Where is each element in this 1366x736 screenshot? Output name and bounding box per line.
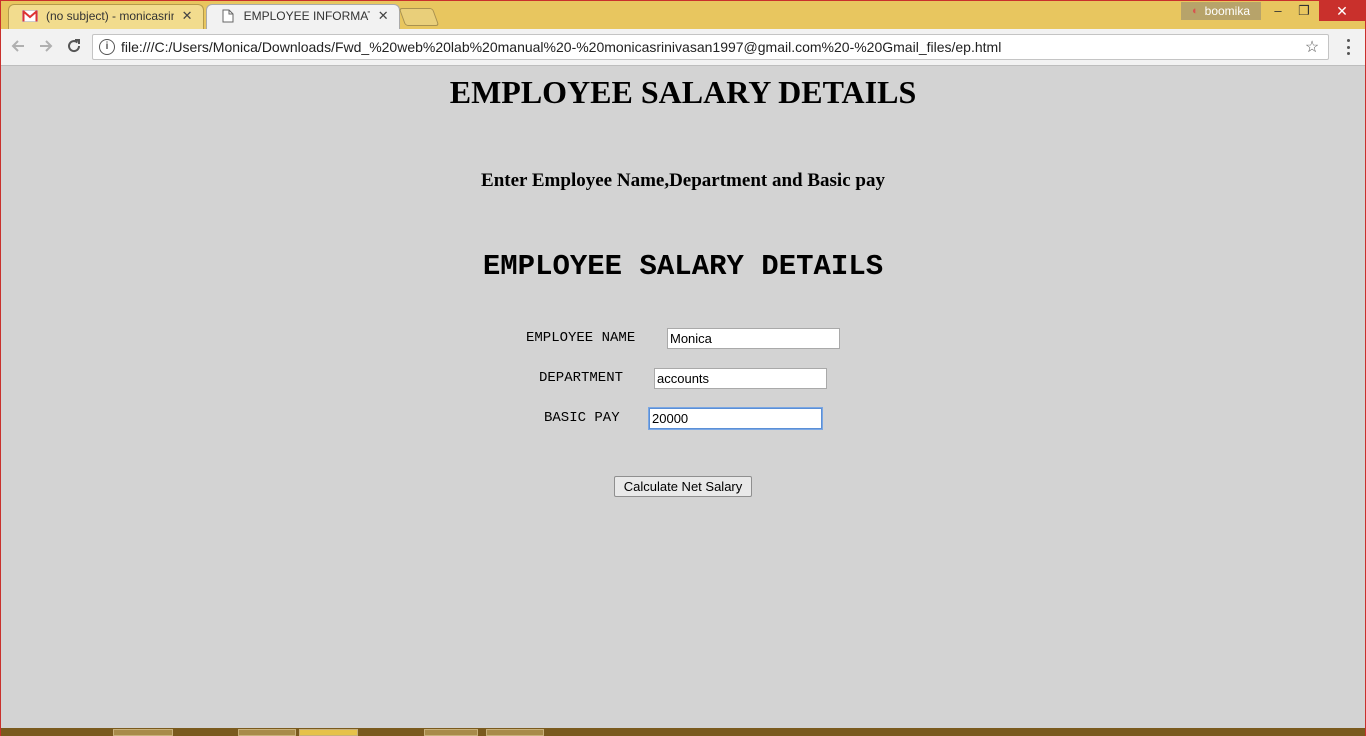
tab-close-icon[interactable]: ✕ bbox=[376, 4, 390, 28]
forward-icon[interactable] bbox=[36, 37, 56, 57]
employee-name-input[interactable] bbox=[667, 328, 840, 349]
taskbar-item[interactable] bbox=[113, 729, 173, 736]
department-input[interactable] bbox=[654, 368, 827, 389]
restore-button[interactable]: ❐ bbox=[1291, 1, 1317, 21]
profile-icon: ◐ bbox=[1191, 5, 1199, 17]
tab-strip: (no subject) - monicasrin ✕ EMPLOYEE INF… bbox=[0, 0, 1366, 30]
calculate-net-salary-button[interactable]: Calculate Net Salary bbox=[614, 476, 752, 497]
menu-icon[interactable] bbox=[1340, 37, 1356, 57]
page-title: EMPLOYEE SALARY DETAILS bbox=[449, 74, 917, 110]
page-icon bbox=[220, 8, 236, 24]
address-bar[interactable]: i file:///C:/Users/Monica/Downloads/Fwd_… bbox=[92, 34, 1329, 60]
taskbar-item[interactable] bbox=[299, 729, 358, 736]
back-icon[interactable] bbox=[8, 37, 28, 57]
minimize-button[interactable]: – bbox=[1265, 1, 1291, 21]
department-label: DEPARTMENT bbox=[539, 370, 624, 386]
close-window-button[interactable]: ✕ bbox=[1319, 1, 1365, 21]
taskbar bbox=[0, 728, 1366, 736]
instruction-text: Enter Employee Name,Department and Basic… bbox=[481, 170, 885, 191]
basic-pay-input[interactable] bbox=[649, 408, 822, 429]
page-content: EMPLOYEE SALARY DETAILS Enter Employee N… bbox=[1, 66, 1365, 728]
reload-icon[interactable] bbox=[64, 37, 84, 57]
tab-title: (no subject) - monicasrin bbox=[46, 9, 175, 23]
tab-close-icon[interactable]: ✕ bbox=[180, 4, 194, 28]
gmail-icon bbox=[22, 8, 38, 24]
bookmark-star-icon[interactable]: ☆ bbox=[1302, 37, 1322, 57]
tab-title: EMPLOYEE INFORMATIC bbox=[243, 9, 371, 23]
browser-toolbar: i file:///C:/Users/Monica/Downloads/Fwd_… bbox=[0, 29, 1366, 66]
new-tab-button[interactable] bbox=[398, 8, 440, 26]
url-text: file:///C:/Users/Monica/Downloads/Fwd_%2… bbox=[121, 39, 1002, 55]
tab-employee-information[interactable]: EMPLOYEE INFORMATIC ✕ bbox=[206, 4, 400, 30]
profile-name: boomika bbox=[1204, 4, 1250, 18]
tab-gmail[interactable]: (no subject) - monicasrin ✕ bbox=[8, 4, 204, 30]
taskbar-item[interactable] bbox=[238, 729, 296, 736]
info-icon[interactable]: i bbox=[99, 39, 115, 55]
taskbar-item[interactable] bbox=[486, 729, 544, 736]
basic-pay-label: BASIC PAY bbox=[544, 410, 620, 426]
taskbar-item[interactable] bbox=[424, 729, 478, 736]
employee-name-label: EMPLOYEE NAME bbox=[526, 330, 636, 346]
form-heading: EMPLOYEE SALARY DETAILS bbox=[482, 250, 884, 283]
profile-badge[interactable]: ◐ boomika bbox=[1181, 2, 1261, 20]
